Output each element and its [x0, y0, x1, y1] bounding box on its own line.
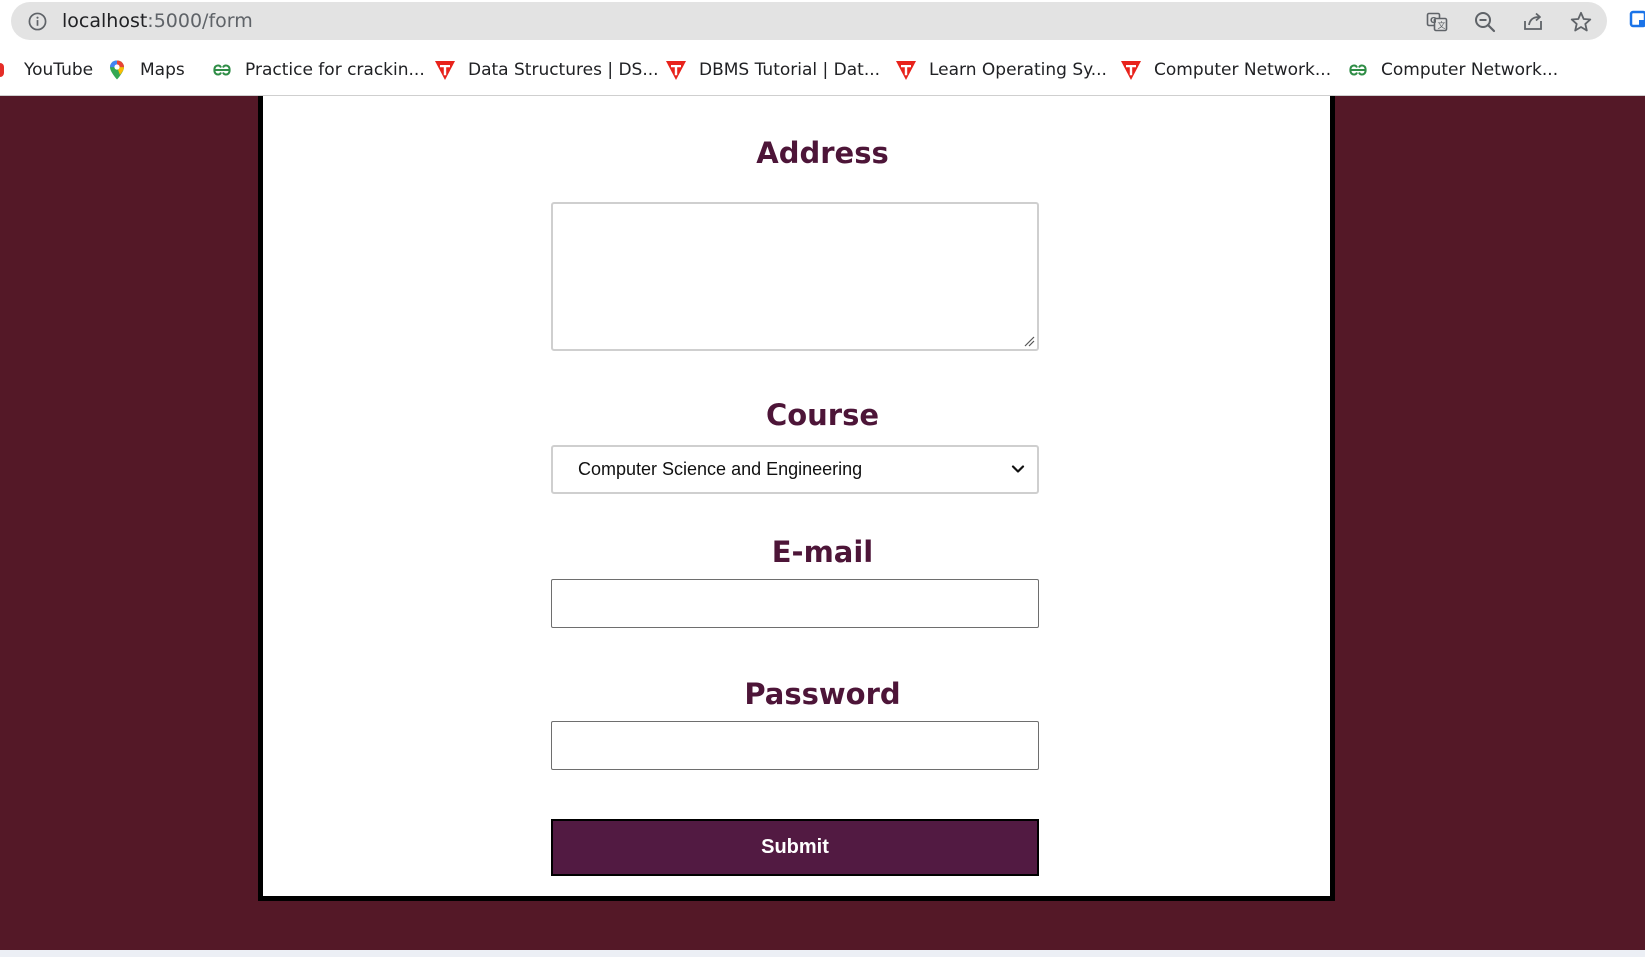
translate-icon[interactable]: G 文 [1425, 10, 1449, 34]
address-label: Address [756, 136, 889, 170]
resize-grip-icon[interactable] [1023, 335, 1035, 347]
bookmark-label: Computer Network... [1381, 60, 1559, 80]
svg-text:文: 文 [1438, 20, 1446, 30]
bookmark-label: Maps [140, 60, 185, 80]
bookmark-dbms[interactable]: DBMS Tutorial | Dat... [665, 45, 880, 95]
url-path: :5000/form [147, 10, 253, 32]
bookmark-label: YouTube [24, 60, 94, 80]
bookmark-label: Computer Network... [1154, 60, 1332, 80]
address-bar[interactable]: localhost:5000/form G 文 [11, 2, 1607, 40]
submit-button[interactable]: Submit [551, 819, 1039, 876]
geeksforgeeks-icon [213, 64, 231, 76]
extension-icon[interactable] [1629, 10, 1645, 30]
tutorialspoint-icon [1121, 61, 1141, 80]
maps-pin-icon [110, 60, 124, 80]
bookmark-label: Practice for crackin... [245, 60, 425, 80]
bookmark-maps[interactable]: Maps [106, 45, 185, 95]
share-icon[interactable] [1521, 10, 1545, 34]
geeksforgeeks-icon [1349, 64, 1367, 76]
course-selected-value: Computer Science and Engineering [578, 459, 863, 479]
svg-text:G: G [1430, 16, 1437, 25]
tutorialspoint-icon [435, 61, 455, 80]
zoom-out-icon[interactable] [1473, 10, 1497, 34]
address-textarea[interactable] [551, 202, 1039, 351]
bookmark-computer-network-1[interactable]: Computer Network... [1120, 45, 1331, 95]
course-label: Course [765, 398, 880, 432]
bookmarks-bar: YouTube Maps Practice for crackin... Dat… [0, 45, 1645, 96]
url-text[interactable]: localhost:5000/form [62, 2, 253, 40]
bookmark-data-structures[interactable]: Data Structures | DS... [434, 45, 659, 95]
chevron-down-icon [1011, 465, 1025, 473]
tutorialspoint-icon [896, 61, 916, 80]
password-label: Password [744, 677, 901, 711]
bookmark-star-icon[interactable] [1569, 10, 1593, 34]
page-bottom-strip [0, 950, 1645, 957]
bookmark-label: Learn Operating Sy... [929, 60, 1107, 80]
bookmark-practice[interactable]: Practice for crackin... [211, 45, 425, 95]
bookmark-youtube[interactable]: YouTube [0, 45, 93, 95]
info-icon[interactable] [28, 12, 47, 31]
bookmark-label: Data Structures | DS... [468, 60, 659, 80]
bookmark-operating-systems[interactable]: Learn Operating Sy... [895, 45, 1107, 95]
tutorialspoint-icon [666, 61, 686, 80]
bookmark-label: DBMS Tutorial | Dat... [699, 60, 881, 80]
email-input[interactable] [551, 579, 1039, 628]
url-host: localhost [62, 10, 148, 32]
email-label: E-mail [771, 535, 874, 569]
course-select[interactable]: Computer Science and Engineering [551, 445, 1039, 494]
youtube-icon [0, 63, 4, 77]
browser-toolbar: localhost:5000/form G 文 [0, 0, 1645, 45]
bookmark-computer-network-2[interactable]: Computer Network... [1347, 45, 1558, 95]
password-input[interactable] [551, 721, 1039, 770]
